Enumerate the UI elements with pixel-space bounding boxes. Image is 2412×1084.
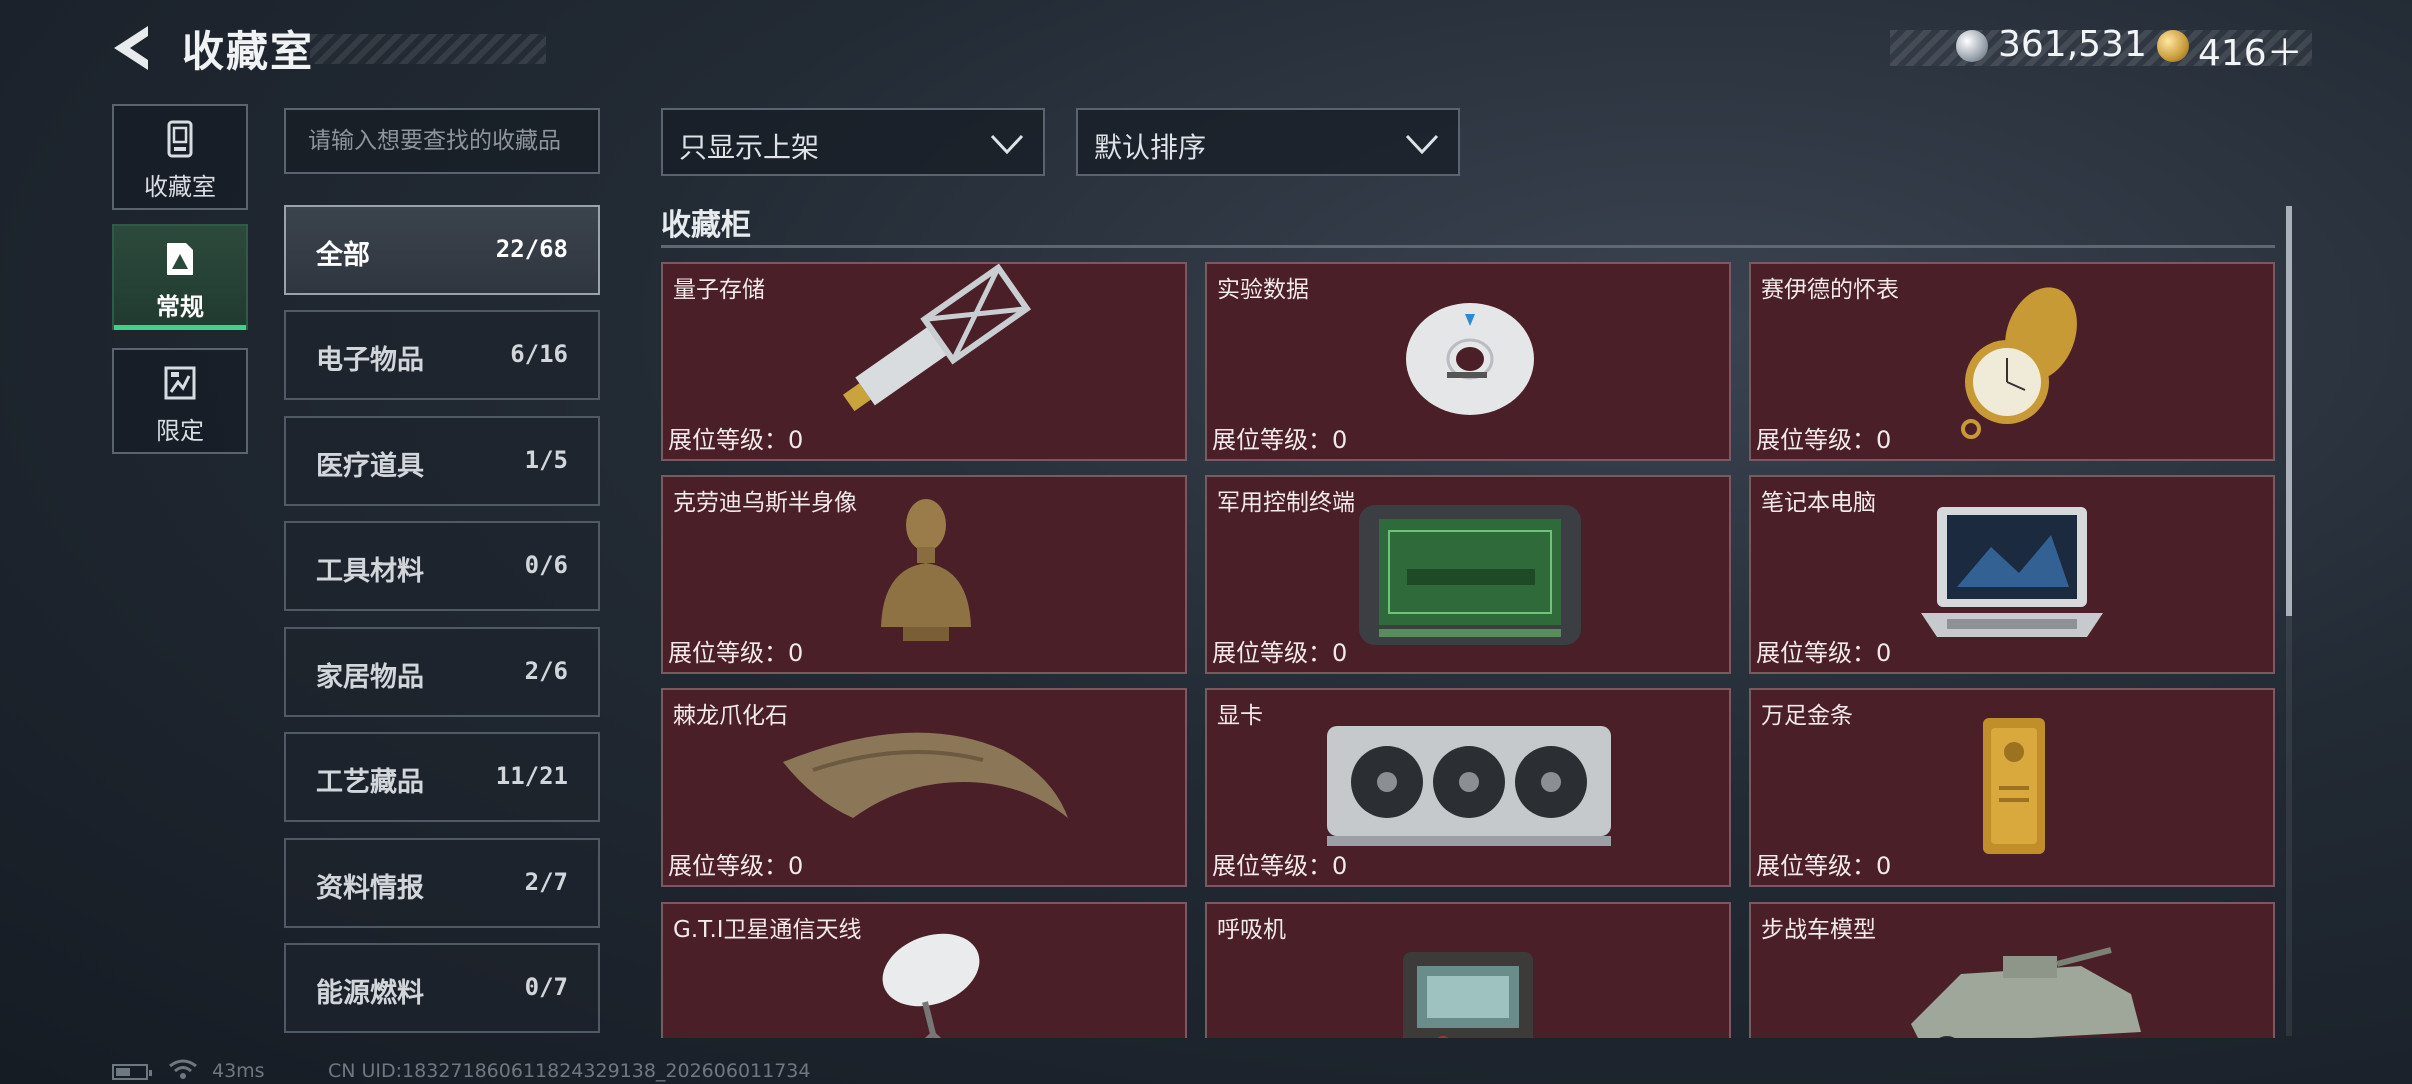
section-divider: [661, 245, 2275, 248]
gold-currency-amount[interactable]: 416＋: [2198, 24, 2303, 76]
category-tools[interactable]: 工具材料 0/6: [284, 521, 600, 611]
gold-coin-icon: [2157, 30, 2189, 62]
item-name: 量子存储: [673, 277, 765, 303]
title-decoration: [310, 34, 546, 64]
item-card-experiment-data[interactable]: 实验数据 展位等级：0: [1205, 262, 1731, 461]
category-count: 11/21: [495, 762, 568, 790]
scrollbar-thumb[interactable]: [2286, 206, 2292, 616]
item-name: G.T.I卫星通信天线: [673, 917, 862, 943]
battery-icon: [112, 1064, 152, 1080]
battery-level: [116, 1068, 130, 1076]
category-count: 6/16: [510, 340, 568, 368]
item-card-quantum-storage[interactable]: 量子存储 展位等级：0: [661, 262, 1187, 461]
category-crafts[interactable]: 工艺藏品 11/21: [284, 732, 600, 822]
category-count: 0/6: [524, 551, 568, 579]
item-card-claw-fossil[interactable]: 棘龙爪化石 展位等级：0: [661, 688, 1187, 887]
item-name: 笔记本电脑: [1761, 490, 1876, 516]
category-household[interactable]: 家居物品 2/6: [284, 627, 600, 717]
item-card-laptop[interactable]: 笔记本电脑 展位等级：0: [1749, 475, 2275, 674]
item-card-gold-bar[interactable]: 万足金条 展位等级：0: [1749, 688, 2275, 887]
back-arrow-icon[interactable]: [110, 22, 162, 74]
dropdown-label: 只显示上架: [679, 131, 820, 164]
side-nav-label: 限定: [156, 417, 204, 445]
category-electronics[interactable]: 电子物品 6/16: [284, 310, 600, 400]
category-all[interactable]: 全部 22/68: [284, 205, 600, 295]
category-count: 22/68: [495, 235, 568, 263]
item-name: 军用控制终端: [1217, 490, 1355, 516]
sort-dropdown[interactable]: 默认排序: [1076, 108, 1460, 176]
side-nav-display-room[interactable]: 收藏室: [112, 104, 248, 210]
shelf-filter-dropdown[interactable]: 只显示上架: [661, 108, 1045, 176]
item-card-military-terminal[interactable]: 军用控制终端 展位等级：0: [1205, 475, 1731, 674]
category-name: 医疗道具: [316, 451, 424, 482]
item-card-graphics-card[interactable]: 显卡 展位等级：0: [1205, 688, 1731, 887]
page-title: 收藏室: [182, 27, 315, 76]
chevron-down-icon: [990, 134, 1024, 155]
category-name: 全部: [316, 240, 370, 271]
item-name: 步战车模型: [1761, 917, 1876, 943]
category-name: 电子物品: [316, 345, 424, 376]
item-level: 展位等级：0: [1756, 426, 1892, 454]
category-name: 资料情报: [316, 873, 424, 904]
dropdown-label: 默认排序: [1094, 131, 1207, 164]
item-level: 展位等级：0: [668, 639, 804, 667]
wifi-icon: [169, 1059, 197, 1079]
item-name: 棘龙爪化石: [673, 703, 788, 729]
category-name: 能源燃料: [316, 978, 424, 1009]
category-name: 家居物品: [316, 662, 424, 693]
category-medical[interactable]: 医疗道具 1/5: [284, 416, 600, 506]
item-level: 展位等级：0: [1212, 426, 1348, 454]
category-energy[interactable]: 能源燃料 0/7: [284, 943, 600, 1033]
user-uid: CN UID:18327186061182432913​8_2026060117…: [328, 1060, 811, 1082]
chevron-down-icon: [1405, 134, 1439, 155]
item-level: 展位等级：0: [668, 852, 804, 880]
silver-currency-amount: 361,531: [1998, 24, 2147, 65]
item-name: 呼吸机: [1217, 917, 1286, 943]
category-count: 0/7: [524, 973, 568, 1001]
item-name: 克劳迪乌斯半身像: [673, 490, 857, 516]
item-card-ifv-model[interactable]: 步战车模型: [1749, 902, 2275, 1038]
category-name: 工艺藏品: [316, 767, 424, 798]
silver-coin-icon: [1956, 30, 1988, 62]
collection-card-icon: [167, 243, 193, 275]
category-count: 2/7: [524, 868, 568, 896]
item-card-ventilator[interactable]: 呼吸机: [1205, 902, 1731, 1038]
side-nav-regular[interactable]: 常规: [112, 224, 248, 330]
item-name: 实验数据: [1217, 277, 1309, 303]
item-level: 展位等级：0: [668, 426, 804, 454]
item-name: 万足金条: [1761, 703, 1853, 729]
side-nav-label: 收藏室: [144, 173, 216, 201]
side-nav-label: 常规: [156, 293, 204, 321]
display-case-icon: [167, 120, 193, 158]
search-input[interactable]: [284, 108, 600, 174]
item-card-claudius-bust[interactable]: 克劳迪乌斯半身像 展位等级：0: [661, 475, 1187, 674]
item-card-satellite-antenna[interactable]: G.T.I卫星通信天线: [661, 902, 1187, 1038]
item-name: 显卡: [1217, 703, 1263, 729]
item-level: 展位等级：0: [1756, 852, 1892, 880]
item-level: 展位等级：0: [1756, 639, 1892, 667]
item-name: 赛伊德的怀表: [1761, 277, 1899, 303]
category-count: 2/6: [524, 657, 568, 685]
category-name: 工具材料: [316, 556, 424, 587]
collection-grid: 量子存储 展位等级：0 实验数据 展位等级：0 赛伊德的怀表 展位等级：0 克劳…: [661, 262, 2276, 1038]
side-nav-limited[interactable]: 限定: [112, 348, 248, 454]
ping-readout: 43ms: [212, 1060, 265, 1082]
section-title: 收藏柜: [661, 208, 751, 243]
limited-card-icon: [164, 366, 196, 400]
item-card-pocket-watch[interactable]: 赛伊德的怀表 展位等级：0: [1749, 262, 2275, 461]
top-bar: 收藏室 361,531 416＋: [0, 0, 2412, 100]
item-level: 展位等级：0: [1212, 639, 1348, 667]
category-count: 1/5: [524, 446, 568, 474]
category-intel[interactable]: 资料情报 2/7: [284, 838, 600, 928]
item-level: 展位等级：0: [1212, 852, 1348, 880]
